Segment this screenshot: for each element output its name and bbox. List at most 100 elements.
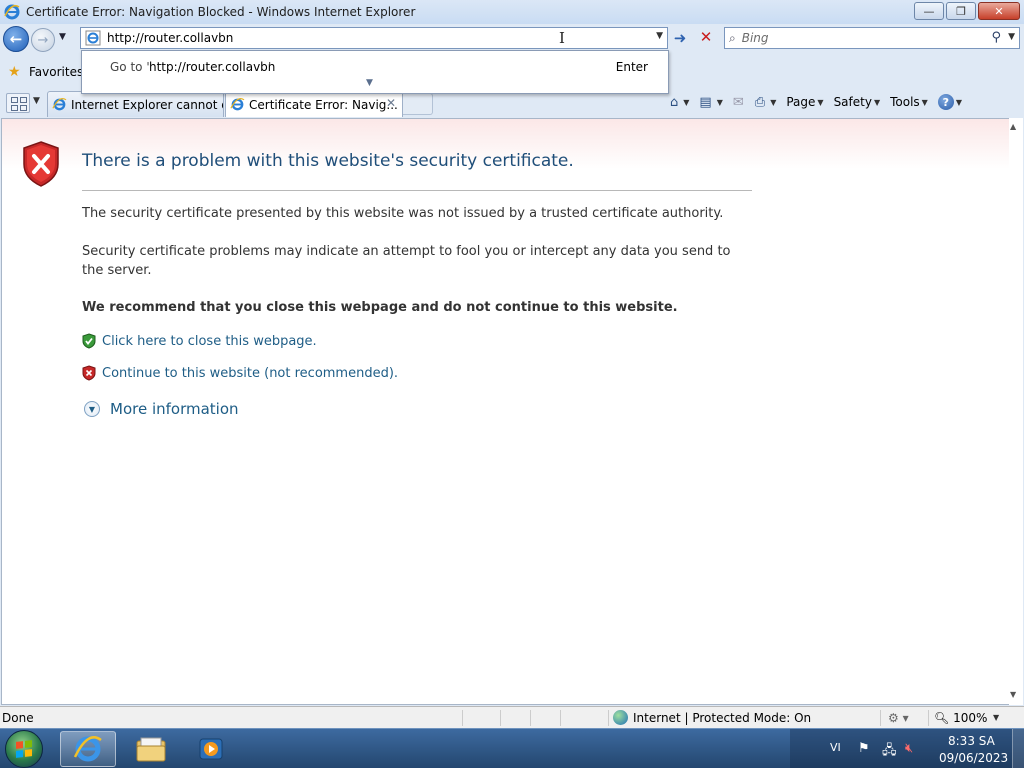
tab-title: Certificate Error: Navig... xyxy=(249,97,398,112)
command-bar: ⌂ ▼ ▤ ▼ ✉ ⎙ ▼ Page ▼ Safety ▼ Tools ▼ ? ▼ xyxy=(670,92,972,112)
search-go-icon[interactable]: ⚲ xyxy=(991,30,1001,45)
taskbar-file-explorer[interactable] xyxy=(123,731,179,767)
chevron-down-icon: ▼ xyxy=(873,97,881,107)
zoom-level[interactable]: 🔍︎ 100% xyxy=(934,711,987,725)
zoom-level-value: 100% xyxy=(953,711,988,725)
quick-tabs-button[interactable] xyxy=(6,93,30,113)
status-text: Done xyxy=(2,711,34,725)
expand-chevron-icon: ▼ xyxy=(84,401,100,417)
cert-risk-message: Security certificate problems may indica… xyxy=(82,244,731,278)
go-button[interactable]: ➜ xyxy=(670,29,690,47)
continue-website-link[interactable]: Continue to this website (not recommende… xyxy=(82,365,398,381)
vertical-scrollbar[interactable] xyxy=(1009,118,1023,705)
clock-date[interactable]: 09/06/2023 xyxy=(939,751,1008,765)
goto-prefix: Go to ' xyxy=(110,60,150,74)
taskbar: VI ⚑ 🖧︎ 🔇︎ 8:33 SA 09/06/2023 xyxy=(0,728,1024,768)
globe-icon xyxy=(613,710,628,725)
more-information-toggle[interactable]: ▼ More information xyxy=(84,400,239,418)
new-tab-button[interactable] xyxy=(403,93,433,115)
print-dropdown[interactable]: ▼ xyxy=(770,98,776,107)
title-bar: Certificate Error: Navigation Blocked - … xyxy=(0,0,1024,24)
ie-logo-icon xyxy=(4,4,20,20)
network-icon[interactable]: 🖧︎ xyxy=(882,741,897,763)
print-icon[interactable]: ⎙ xyxy=(755,95,765,110)
status-bar: Done Internet | Protected Mode: On ⚙ ▾ 🔍… xyxy=(0,706,1024,728)
star-icon: ★ xyxy=(8,64,21,80)
arrow-right-icon: → xyxy=(37,32,49,48)
rss-feeds-icon[interactable]: ▤ xyxy=(699,95,711,110)
protected-mode-tool-icon[interactable]: ⚙ ▾ xyxy=(888,711,909,725)
search-options-dropdown[interactable]: ▼ xyxy=(1008,32,1015,42)
feeds-dropdown[interactable]: ▼ xyxy=(717,98,723,107)
security-zone[interactable]: Internet | Protected Mode: On xyxy=(613,710,811,725)
taskbar-media-player[interactable] xyxy=(183,731,239,767)
input-language[interactable]: VI xyxy=(830,741,841,754)
close-tab-icon[interactable]: ✕ xyxy=(386,96,396,110)
search-placeholder: Bing xyxy=(741,31,769,45)
address-bar[interactable]: http://router.collavbn I ▼ xyxy=(80,27,668,49)
window-title: Certificate Error: Navigation Blocked - … xyxy=(26,5,416,19)
stop-x-icon: ✕ xyxy=(699,28,713,46)
status-divider xyxy=(462,710,463,726)
chevron-down-icon: ▼ xyxy=(955,97,962,107)
volume-muted-icon[interactable]: 🔇︎ xyxy=(905,741,913,756)
action-center-flag-icon[interactable]: ⚑ xyxy=(858,741,870,756)
address-input[interactable]: http://router.collavbn xyxy=(107,31,233,45)
tab-list-dropdown[interactable]: ▼ xyxy=(33,96,40,106)
grid-icon xyxy=(11,97,18,103)
home-dropdown[interactable]: ▼ xyxy=(683,98,689,107)
tools-menu[interactable]: Tools ▼ xyxy=(890,95,928,109)
zoom-dropdown[interactable]: ▼ xyxy=(993,713,999,722)
search-box[interactable]: ⌕ Bing ⚲ ▼ xyxy=(724,27,1020,49)
tab-ie-cannot-display[interactable]: Internet Explorer cannot di... xyxy=(47,91,224,117)
arrow-right-icon: ➜ xyxy=(673,29,687,47)
status-divider xyxy=(928,710,929,726)
safety-menu[interactable]: Safety ▼ xyxy=(834,95,881,109)
taskbar-internet-explorer[interactable] xyxy=(60,731,116,767)
tab-title: Internet Explorer cannot di... xyxy=(71,97,223,112)
scroll-down-arrow-icon[interactable]: ▼ xyxy=(1010,690,1016,699)
safety-menu-label: Safety xyxy=(833,95,872,109)
divider xyxy=(82,190,752,191)
chevron-down-icon[interactable]: ▼ xyxy=(366,78,373,88)
status-divider xyxy=(608,710,609,726)
ie-page-icon xyxy=(230,97,245,111)
close-webpage-link[interactable]: Click here to close this webpage. xyxy=(82,333,317,349)
read-mail-icon[interactable]: ✉ xyxy=(733,95,744,110)
maximize-button[interactable]: ❐ xyxy=(946,2,976,20)
chevron-down-icon: ▼ xyxy=(921,97,928,107)
chevron-down-icon: ▼ xyxy=(817,97,824,107)
close-window-button[interactable]: ✕ xyxy=(978,2,1020,20)
bing-search-icon: ⌕ xyxy=(729,30,736,45)
address-dropdown-button[interactable]: ▼ xyxy=(656,31,663,41)
status-divider xyxy=(560,710,561,726)
ie-page-icon xyxy=(52,97,67,111)
help-menu[interactable]: ? ▼ xyxy=(937,94,962,110)
red-shield-x-icon xyxy=(82,365,96,381)
cert-issuer-message: The security certificate presented by th… xyxy=(82,206,724,221)
recent-pages-dropdown[interactable]: ▼ xyxy=(59,32,66,42)
status-divider xyxy=(880,710,881,726)
show-desktop-button[interactable] xyxy=(1012,729,1024,768)
goto-url-suggestion[interactable]: http://router.collavbn xyxy=(149,60,275,74)
scroll-up-arrow-icon[interactable]: ▲ xyxy=(1010,122,1016,131)
page-title: There is a problem with this website's s… xyxy=(82,151,574,171)
forward-button[interactable]: → xyxy=(31,28,55,52)
address-autocomplete-dropdown: Go to ' http://router.collavbn ' Enter ▼ xyxy=(81,50,669,94)
start-button[interactable] xyxy=(5,730,43,768)
media-player-icon xyxy=(199,738,223,760)
ie-logo-icon xyxy=(73,736,102,762)
tab-certificate-error[interactable]: Certificate Error: Navig... ✕ xyxy=(225,91,403,117)
page-menu[interactable]: Page ▼ xyxy=(786,95,823,109)
status-divider xyxy=(500,710,501,726)
back-button[interactable]: ← xyxy=(3,26,29,52)
text-cursor-icon: I xyxy=(559,29,565,47)
stop-button[interactable]: ✕ xyxy=(696,28,716,48)
favorites-button[interactable]: Favorites xyxy=(29,65,83,79)
continue-website-link-text[interactable]: Continue to this website (not recommende… xyxy=(102,366,398,381)
minimize-button[interactable]: — xyxy=(914,2,944,20)
home-icon[interactable]: ⌂ xyxy=(670,95,678,110)
clock-time[interactable]: 8:33 SA xyxy=(948,734,995,748)
error-shield-icon xyxy=(23,141,59,187)
close-webpage-link-text[interactable]: Click here to close this webpage. xyxy=(102,334,317,349)
